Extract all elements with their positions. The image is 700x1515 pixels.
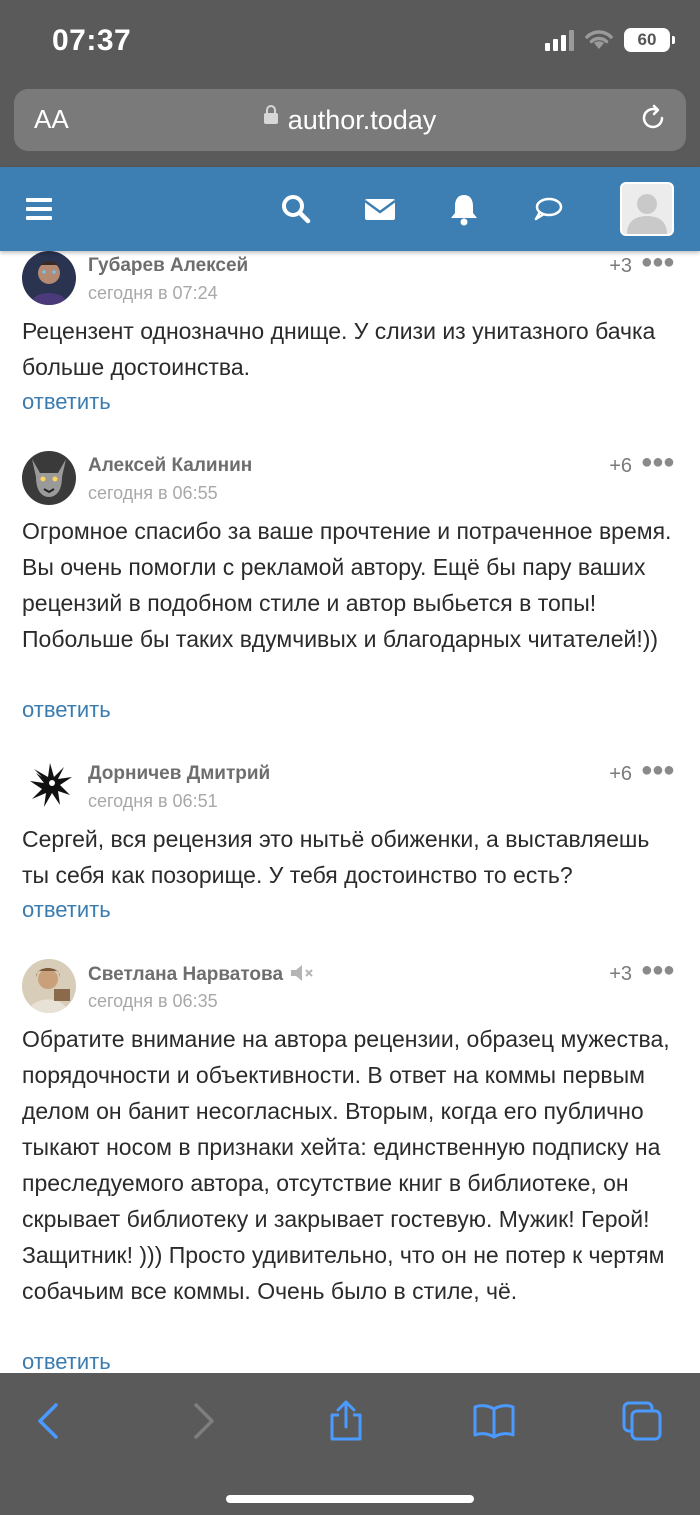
comment-date[interactable]: сегодня в 06:55 (88, 483, 218, 504)
avatar[interactable] (22, 251, 76, 305)
wifi-icon (585, 30, 613, 49)
comment-date[interactable]: сегодня в 06:51 (88, 791, 218, 812)
comment-author-row: Светлана Нарватова (88, 963, 315, 986)
lock-icon (263, 105, 278, 130)
comment-author[interactable]: Дорничев Дмитрий (88, 763, 270, 785)
comment-text: Сергей, вся рецензия это нытьё обиженки,… (22, 826, 650, 888)
mute-icon (291, 965, 313, 981)
comment-author[interactable]: Алексей Калинин (88, 455, 252, 477)
comment-text: Огромное спасибо за ваше прочтение и пот… (22, 518, 672, 652)
status-time: 07:37 (52, 24, 132, 57)
comment-author[interactable]: Губарев Алексей (88, 255, 248, 277)
avatar[interactable] (22, 451, 76, 505)
page: 07:37 60 AA author.today Губарев Алексей… (0, 0, 700, 1515)
battery-indicator: 60 (624, 28, 675, 52)
more-icon[interactable]: ●●● (641, 451, 675, 474)
comment-text: Обратите внимание на автора рецензии, об… (22, 1026, 670, 1304)
more-icon[interactable]: ●●● (641, 759, 675, 782)
chat-icon[interactable] (530, 191, 566, 227)
comment-author[interactable]: Светлана Нарватова (88, 964, 283, 985)
cellular-signal-icon (545, 29, 574, 51)
status-icons: 60 (545, 28, 675, 52)
browser-url-area: AA author.today (0, 84, 700, 167)
comment-score: +3 (609, 255, 632, 277)
comment-date[interactable]: сегодня в 06:35 (88, 991, 218, 1012)
search-icon[interactable] (278, 191, 314, 227)
home-indicator (226, 1495, 474, 1503)
url-bar[interactable]: AA author.today (14, 89, 686, 151)
comment-score: +3 (609, 963, 632, 985)
mail-icon[interactable] (362, 191, 398, 227)
user-avatar-icon (627, 194, 667, 234)
url-field[interactable]: author.today (14, 105, 686, 136)
more-icon[interactable]: ●●● (641, 959, 675, 982)
user-avatar-button[interactable] (620, 182, 674, 236)
reply-link[interactable]: ответить (22, 697, 111, 723)
more-icon[interactable]: ●●● (641, 251, 675, 274)
forward-icon[interactable] (180, 1399, 224, 1443)
reply-link[interactable]: ответить (22, 389, 111, 415)
site-nav (0, 167, 700, 251)
bell-icon[interactable] (446, 191, 482, 227)
browser-toolbar (0, 1373, 700, 1515)
comment-text: Рецензент однозначно днище. У слизи из у… (22, 318, 656, 380)
comment-date[interactable]: сегодня в 07:24 (88, 283, 218, 304)
reload-icon[interactable] (638, 103, 668, 133)
back-icon[interactable] (28, 1399, 72, 1443)
tabs-icon[interactable] (620, 1399, 664, 1443)
bookmarks-icon[interactable] (472, 1399, 516, 1443)
comment-score: +6 (609, 763, 632, 785)
url-text: author.today (287, 105, 437, 135)
comment-score: +6 (609, 455, 632, 477)
reply-link[interactable]: ответить (22, 897, 111, 923)
avatar[interactable] (22, 759, 76, 813)
avatar[interactable] (22, 959, 76, 1013)
status-bar: 07:37 60 (0, 0, 700, 84)
reply-link[interactable]: ответить (22, 1349, 111, 1375)
menu-icon[interactable] (22, 191, 58, 227)
share-icon[interactable] (324, 1399, 368, 1443)
